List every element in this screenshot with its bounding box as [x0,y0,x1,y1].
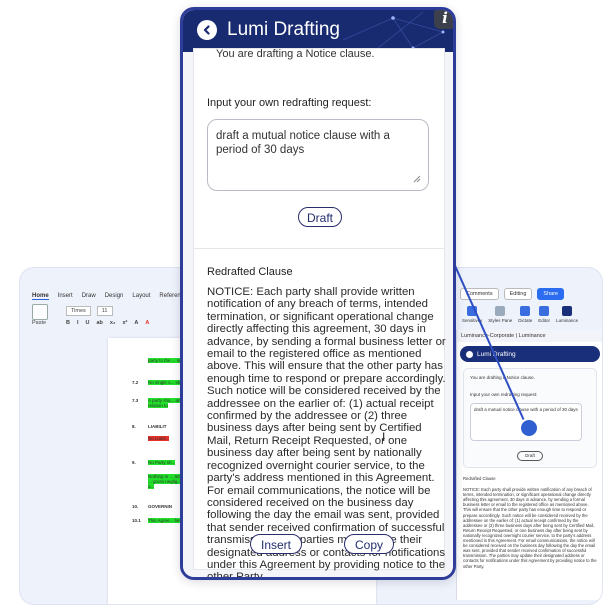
clause-number: 10. [132,504,139,509]
tab-layout[interactable]: Layout [132,293,150,300]
clause-number: 7.3 [132,398,139,403]
bold-button[interactable]: B [66,320,70,326]
strikethrough-button[interactable]: ab [97,320,103,326]
panel-title: Lumi Drafting [227,19,340,40]
back-button[interactable] [197,20,217,40]
back-icon[interactable] [466,350,473,358]
font-controls: Times 11 [66,306,113,316]
redraft-request-input[interactable]: draft a mutual notice clause with a peri… [207,119,429,191]
copy-button[interactable]: Copy [344,534,394,554]
paste-button[interactable]: Paste [32,304,52,330]
microphone-icon [520,306,531,316]
doc-heading: LIABILIT [148,424,167,429]
text-cursor-icon: I [382,430,386,444]
lumi-body: You are drafting a Notice clause. Input … [183,48,453,577]
share-button[interactable]: Share [537,288,565,300]
clause-number: 7.2 [132,380,139,385]
drafting-intro-text: You are drafting a Notice clause. [216,48,375,60]
info-icon[interactable]: i [434,10,453,29]
redraft-card: Redrafted Clause NOTICE: Each party shal… [193,248,446,577]
request-label: Input your own redrafting request: [207,97,372,109]
format-buttons: B I U ab x₂ x² A A [66,320,149,326]
redraft-label: Redrafted Clause [207,266,293,278]
editor-icon [539,306,550,316]
underline-button[interactable]: U [86,320,90,326]
mini-lumi-bar: Lumi Drafting [460,346,600,362]
lumi-drafting-panel: Lumi Drafting i You are drafting a Notic… [180,7,456,580]
sensitivity-icon [467,306,478,316]
ribbon-tabs: Home Insert Draw Design Layout Reference… [32,293,190,300]
superscript-button[interactable]: x² [122,320,127,326]
zoom-anchor-dot [521,420,537,436]
mini-redraft-label: Redrafted Clause [463,476,496,481]
tab-draw[interactable]: Draw [82,293,96,300]
paste-label: Paste [32,320,47,326]
luminance-icon [562,306,573,316]
subscript-button[interactable]: x₂ [110,320,116,326]
toolbar-right: Comments Editing Share [460,288,565,300]
doc-heading: GOVERNIN [148,504,173,509]
side-panel-header: Luminance-Corporate | Luminance [457,330,602,342]
mini-redraft: Redrafted Clause NOTICE: Each party shal… [463,476,597,569]
styles-icon [495,306,506,316]
font-size-select[interactable]: 11 [96,306,113,316]
italic-button[interactable]: I [77,320,79,326]
mini-draft-button[interactable]: Draft [517,451,543,461]
comments-button[interactable]: Comments [460,288,499,300]
clause-number: 10.1 [132,518,141,523]
draft-button[interactable]: Draft [298,207,342,227]
request-input-value: draft a mutual notice clause with a peri… [216,130,390,156]
resize-handle-icon[interactable] [413,175,421,183]
luminance-side-panel: Luminance-Corporate | Luminance Lumi Dra… [456,330,602,600]
font-name-select[interactable]: Times [66,306,91,316]
redrafted-clause-text: NOTICE: Each party shall provide written… [207,286,446,580]
request-card: You are drafting a Notice clause. Input … [193,48,445,255]
mini-intro: You are drafting a Notice clause. [470,375,535,380]
editing-button[interactable]: Editing [503,288,533,300]
tab-home[interactable]: Home [32,293,49,300]
lumi-header: Lumi Drafting i [183,10,453,52]
tab-design[interactable]: Design [105,293,124,300]
insert-button[interactable]: Insert [250,534,302,554]
clause-number: 8. [132,424,136,429]
clipboard-icon [32,304,48,320]
clause-number: 9. [132,460,136,465]
text-effects-button[interactable]: A [134,320,138,326]
tab-insert[interactable]: Insert [58,293,73,300]
chevron-left-icon [203,25,210,35]
mini-redraft-text: NOTICE: Each party shall provide written… [463,487,597,569]
mini-request-label: Input your own redrafting request: [470,392,538,397]
mini-request-card: You are drafting a Notice clause. Input … [463,368,597,468]
font-color-button[interactable]: A [145,320,149,326]
